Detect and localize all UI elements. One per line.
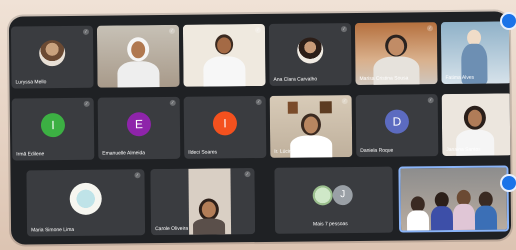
participant-tile[interactable]: Janaina Santos [441, 93, 512, 157]
avatar [312, 185, 333, 206]
mic-off-icon: ⁄ [134, 172, 141, 179]
participant-tile[interactable] [398, 165, 510, 233]
participant-tile[interactable]: I ⁄ Irmã Edilene [11, 97, 95, 161]
participant-video [182, 23, 266, 87]
avatar: I [212, 111, 238, 136]
avatar: I [40, 113, 66, 138]
mic-off-icon: ⁄ [244, 171, 251, 178]
participant-tile[interactable]: I ⁄ Ildeci Soares [183, 95, 267, 159]
participant-tile[interactable]: ⁄ Maria Simone Lima [26, 169, 146, 237]
avatar: J [332, 185, 353, 206]
avatar: E [126, 112, 152, 137]
mic-off-icon: ⁄ [83, 100, 90, 107]
participant-tile[interactable]: ⁄ Marisa Cristina Sousa [354, 22, 438, 85]
participant-tile[interactable]: ⁄ Ir. Lúcineia Pereira [269, 95, 353, 158]
participant-name: Carole Oliveira [155, 225, 189, 233]
mic-off-icon: ⁄ [168, 27, 176, 34]
participant-name: Irmã Edilene [16, 151, 45, 158]
participant-video [400, 167, 508, 233]
participant-name: Ir. Lúcineia Pereira [274, 148, 316, 155]
mic-off-icon: ⁄ [426, 25, 433, 32]
participant-name: Emanuelle Almeida [102, 150, 146, 157]
participant-tile[interactable]: D ⁄ Daniela Roque [355, 94, 439, 157]
participant-tile[interactable]: ⁄ Carole Oliveira [150, 168, 256, 236]
video-call-grid: ⁄ Luryssa Mello ⁄ ⁄ ⁄ Ana Clara Carvalho [8, 11, 512, 245]
participant-name: Luryssa Mello [15, 79, 47, 86]
mic-off-icon: ⁄ [341, 98, 348, 105]
participant-video [96, 24, 180, 88]
participant-name: Fatima Alves [445, 74, 475, 82]
mic-off-icon: ⁄ [82, 28, 90, 35]
participant-name: Janaina Santos [446, 146, 481, 154]
participant-name: Marisa Cristina Sousa [359, 75, 409, 82]
avatar [39, 40, 66, 67]
participant-name: Mais 7 pessoas [312, 221, 348, 228]
participant-name: Maria Simone Lima [31, 226, 75, 234]
mic-off-icon: ⁄ [169, 99, 176, 106]
participant-tile[interactable]: Fatima Alves [440, 21, 512, 85]
participant-tile[interactable]: ⁄ Ana Clara Carvalho [268, 23, 352, 86]
participant-tile[interactable]: ⁄ [96, 24, 180, 88]
mic-off-icon: ⁄ [427, 97, 434, 104]
mic-off-icon: ⁄ [340, 26, 348, 33]
avatar [69, 182, 102, 216]
mic-off-icon: ⁄ [254, 26, 262, 34]
participant-name: Ana Clara Carvalho [273, 76, 318, 83]
participant-tile[interactable]: E ⁄ Emanuelle Almeida [97, 96, 181, 160]
participant-name: Ildeci Soares [188, 149, 218, 156]
avatar [297, 37, 324, 64]
participant-tile[interactable]: ⁄ Luryssa Mello [10, 25, 94, 89]
avatar: D [384, 109, 410, 134]
people-icon[interactable] [500, 12, 516, 30]
mic-off-icon: ⁄ [255, 98, 262, 106]
participant-tile[interactable]: ⁄ [182, 23, 266, 87]
more-participants-tile[interactable]: J Mais 7 pessoas [274, 166, 394, 234]
participant-name: Daniela Roque [360, 147, 394, 154]
chat-icon[interactable] [500, 174, 516, 192]
